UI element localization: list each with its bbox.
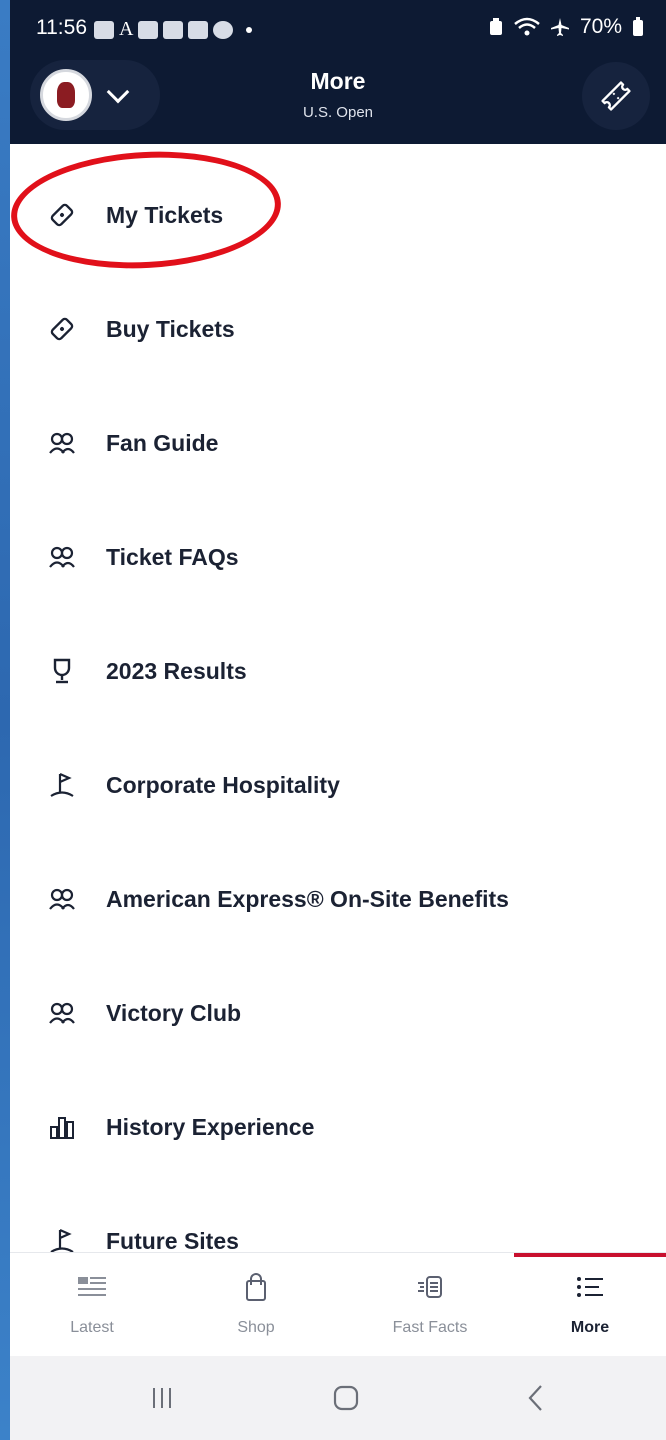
fast-facts-icon: [418, 1276, 442, 1298]
screen: 11:56 A 70% More U.S. Open My Tickets Bu…: [0, 0, 666, 1440]
menu-item-amex-benefits[interactable]: American Express® On-Site Benefits: [10, 842, 666, 956]
people-icon: [49, 546, 75, 568]
tab-more[interactable]: More: [514, 1253, 666, 1357]
tab-shop[interactable]: Shop: [174, 1253, 338, 1357]
menu-item-label: Fan Guide: [106, 429, 219, 456]
tab-label: Latest: [70, 1319, 114, 1336]
news-icon: [78, 1277, 106, 1296]
menu-item-ticket-faqs[interactable]: Ticket FAQs: [10, 500, 666, 614]
menu-item-label: American Express® On-Site Benefits: [106, 885, 509, 912]
tab-label: Shop: [237, 1319, 275, 1336]
ticket-icon: [50, 317, 74, 341]
people-icon: [49, 1002, 75, 1024]
golf-flag-icon: [50, 772, 74, 797]
menu-item-history-experience[interactable]: History Experience: [10, 1070, 666, 1184]
home-button[interactable]: [326, 1378, 366, 1418]
recent-apps-button[interactable]: [142, 1378, 182, 1418]
golf-flag-icon: [50, 1228, 74, 1253]
system-navigation-bar: [10, 1356, 666, 1440]
tab-fast-facts[interactable]: Fast Facts: [348, 1253, 512, 1357]
list-icon: [577, 1277, 603, 1297]
menu-item-victory-club[interactable]: Victory Club: [10, 956, 666, 1070]
page-subtitle: U.S. Open: [302, 104, 374, 121]
bar-chart-icon: [50, 1117, 74, 1139]
more-menu-list: My Tickets Buy Tickets Fan Guide Ticket …: [10, 158, 666, 1298]
menu-item-label: History Experience: [106, 1113, 315, 1140]
app-notification-icon: [163, 20, 184, 39]
home-icon: [333, 1385, 359, 1411]
ticket-icon: [601, 81, 631, 111]
trophy-icon: [53, 658, 71, 684]
back-icon: [528, 1385, 542, 1411]
battery-percent: 70%: [579, 15, 622, 38]
tab-latest[interactable]: Latest: [10, 1253, 174, 1357]
tab-label: Fast Facts: [392, 1319, 468, 1336]
people-icon: [49, 432, 75, 454]
app-notification-icon: [188, 20, 209, 39]
app-notification-icon: [213, 20, 234, 39]
menu-item-buy-tickets[interactable]: Buy Tickets: [10, 272, 666, 386]
notif-letter: A: [119, 18, 134, 40]
background-edge: [0, 0, 10, 1440]
tab-label: More: [570, 1319, 610, 1336]
battery-icon: [633, 17, 643, 36]
menu-item-label: 2023 Results: [106, 657, 247, 684]
status-time: 11:56: [36, 16, 87, 39]
status-right: 70%: [488, 15, 644, 39]
status-bar: 11:56 A 70%: [10, 0, 666, 56]
menu-item-label: Ticket FAQs: [106, 543, 239, 570]
battery-saver-icon: [489, 18, 502, 35]
airplane-icon: [550, 18, 569, 36]
linkedin-icon: [94, 20, 114, 39]
wifi-icon: [514, 17, 540, 36]
menu-item-label: Victory Club: [106, 999, 242, 1026]
phone-screen: 11:56 A 70% More U.S. Open My Tickets Bu…: [10, 0, 666, 1440]
bottom-tab-bar: Latest Shop Fast Facts More: [10, 1252, 666, 1356]
people-icon: [49, 888, 75, 910]
tickets-button[interactable]: [582, 62, 650, 130]
menu-item-2023-results[interactable]: 2023 Results: [10, 614, 666, 728]
app-notification-icon: [138, 20, 159, 39]
menu-item-label: Corporate Hospitality: [106, 771, 340, 798]
recent-apps-icon: [153, 1388, 171, 1408]
more-notifications-dot: [246, 26, 253, 33]
menu-item-fan-guide[interactable]: Fan Guide: [10, 386, 666, 500]
menu-item-corporate-hospitality[interactable]: Corporate Hospitality: [10, 728, 666, 842]
notification-icons: A: [94, 18, 253, 41]
app-header: 11:56 A 70% More U.S. Open: [10, 0, 666, 144]
menu-item-label: Future Sites: [106, 1227, 239, 1254]
menu-item-label: Buy Tickets: [106, 315, 235, 342]
back-button[interactable]: [516, 1378, 556, 1418]
shopping-bag-icon: [246, 1273, 266, 1301]
page-title: More: [310, 68, 366, 94]
